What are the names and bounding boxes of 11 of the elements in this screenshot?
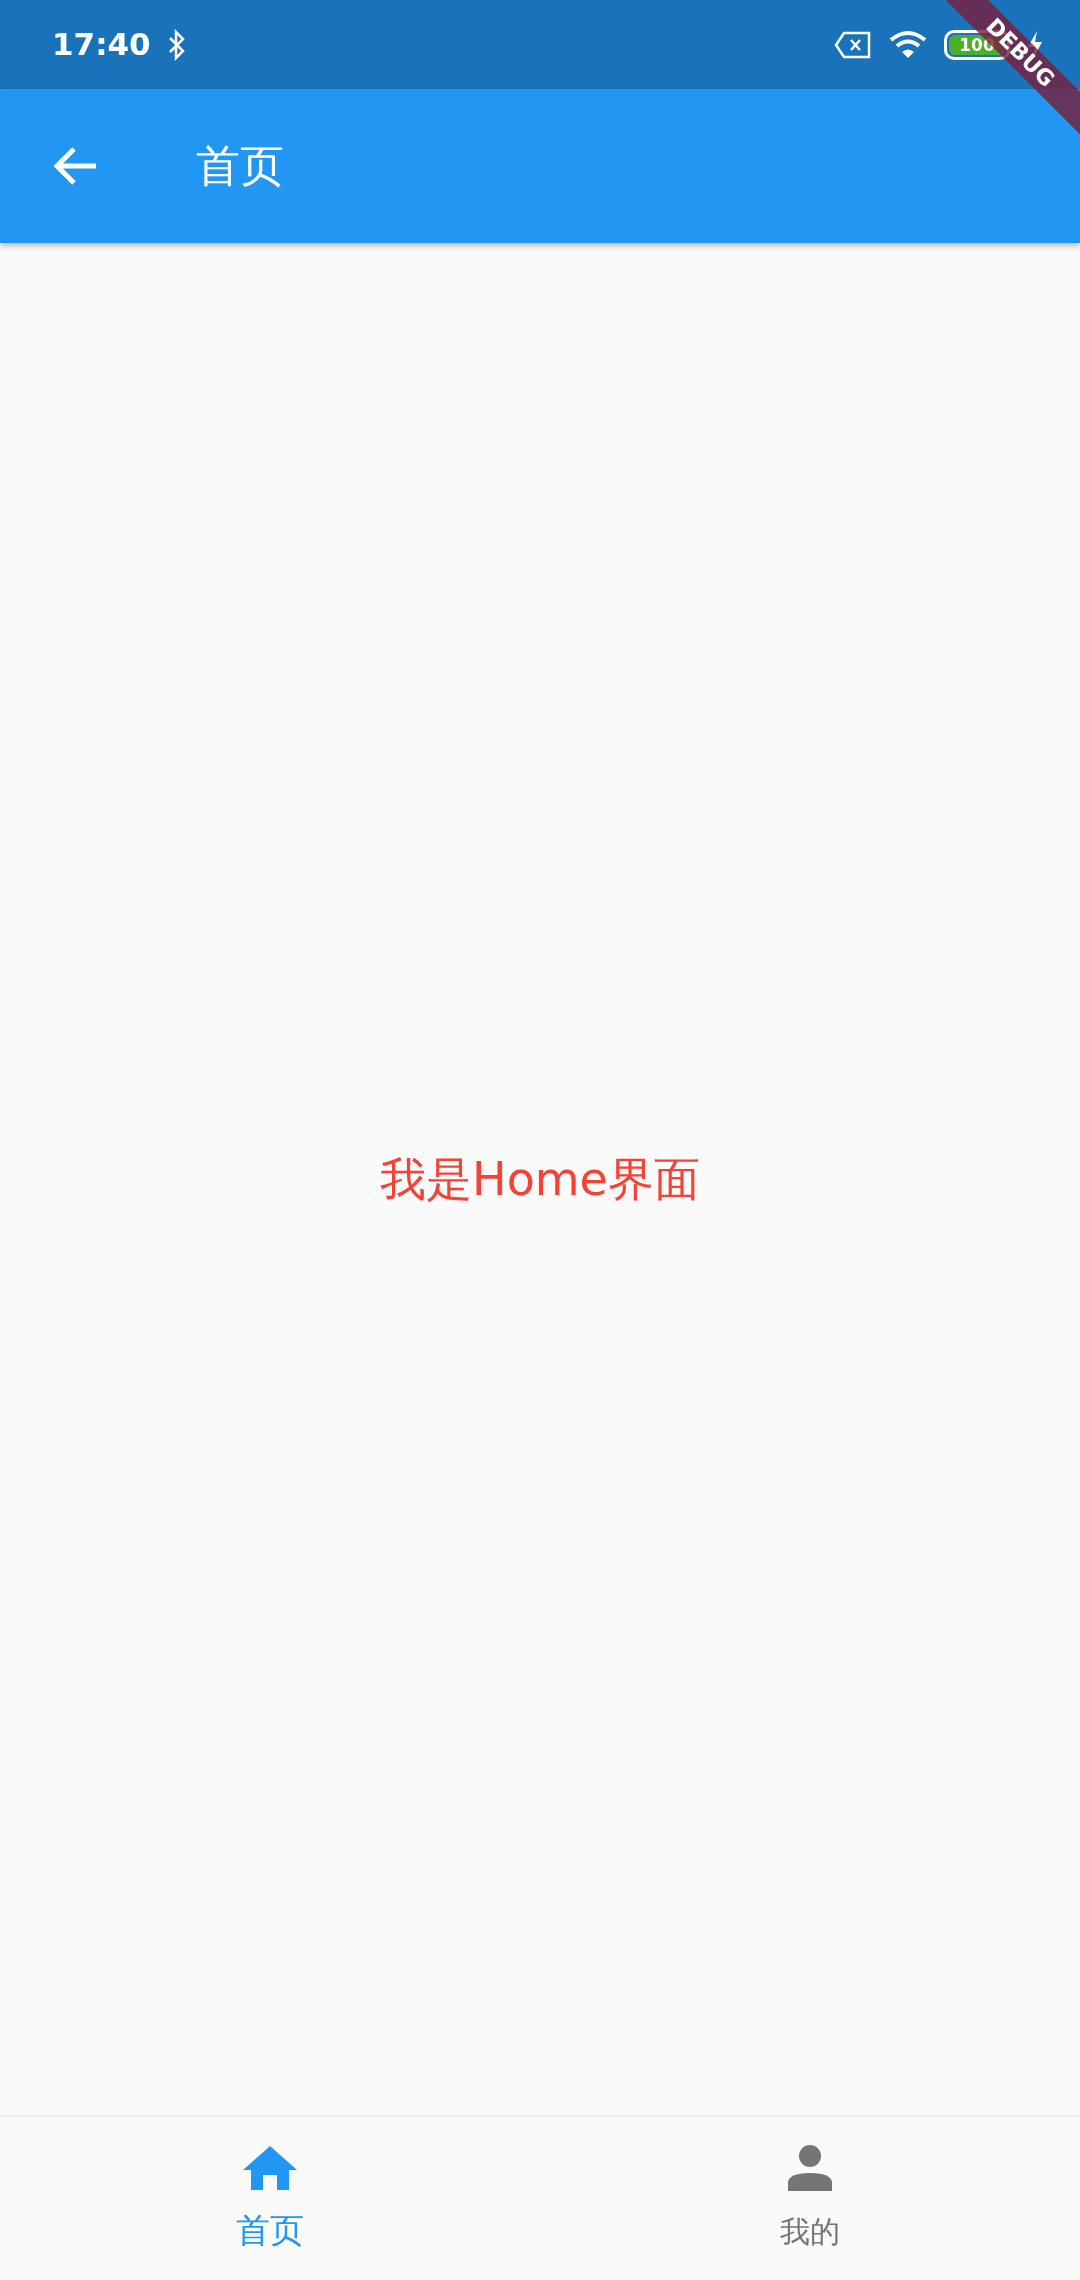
status-time: 17:40 — [52, 25, 151, 65]
person-icon — [787, 2145, 833, 2191]
back-arrow-icon[interactable] — [52, 145, 98, 187]
sim-card-error-icon — [834, 30, 872, 59]
home-message: 我是Home界面 — [380, 1150, 700, 1208]
nav-tab[interactable]: 首页 — [0, 2117, 540, 2280]
bluetooth-icon — [166, 28, 187, 61]
home-icon — [242, 2145, 298, 2191]
app-bar-title: 首页 — [196, 139, 284, 193]
nav-tab[interactable]: 我的 — [540, 2117, 1080, 2280]
wifi-icon — [888, 29, 928, 60]
